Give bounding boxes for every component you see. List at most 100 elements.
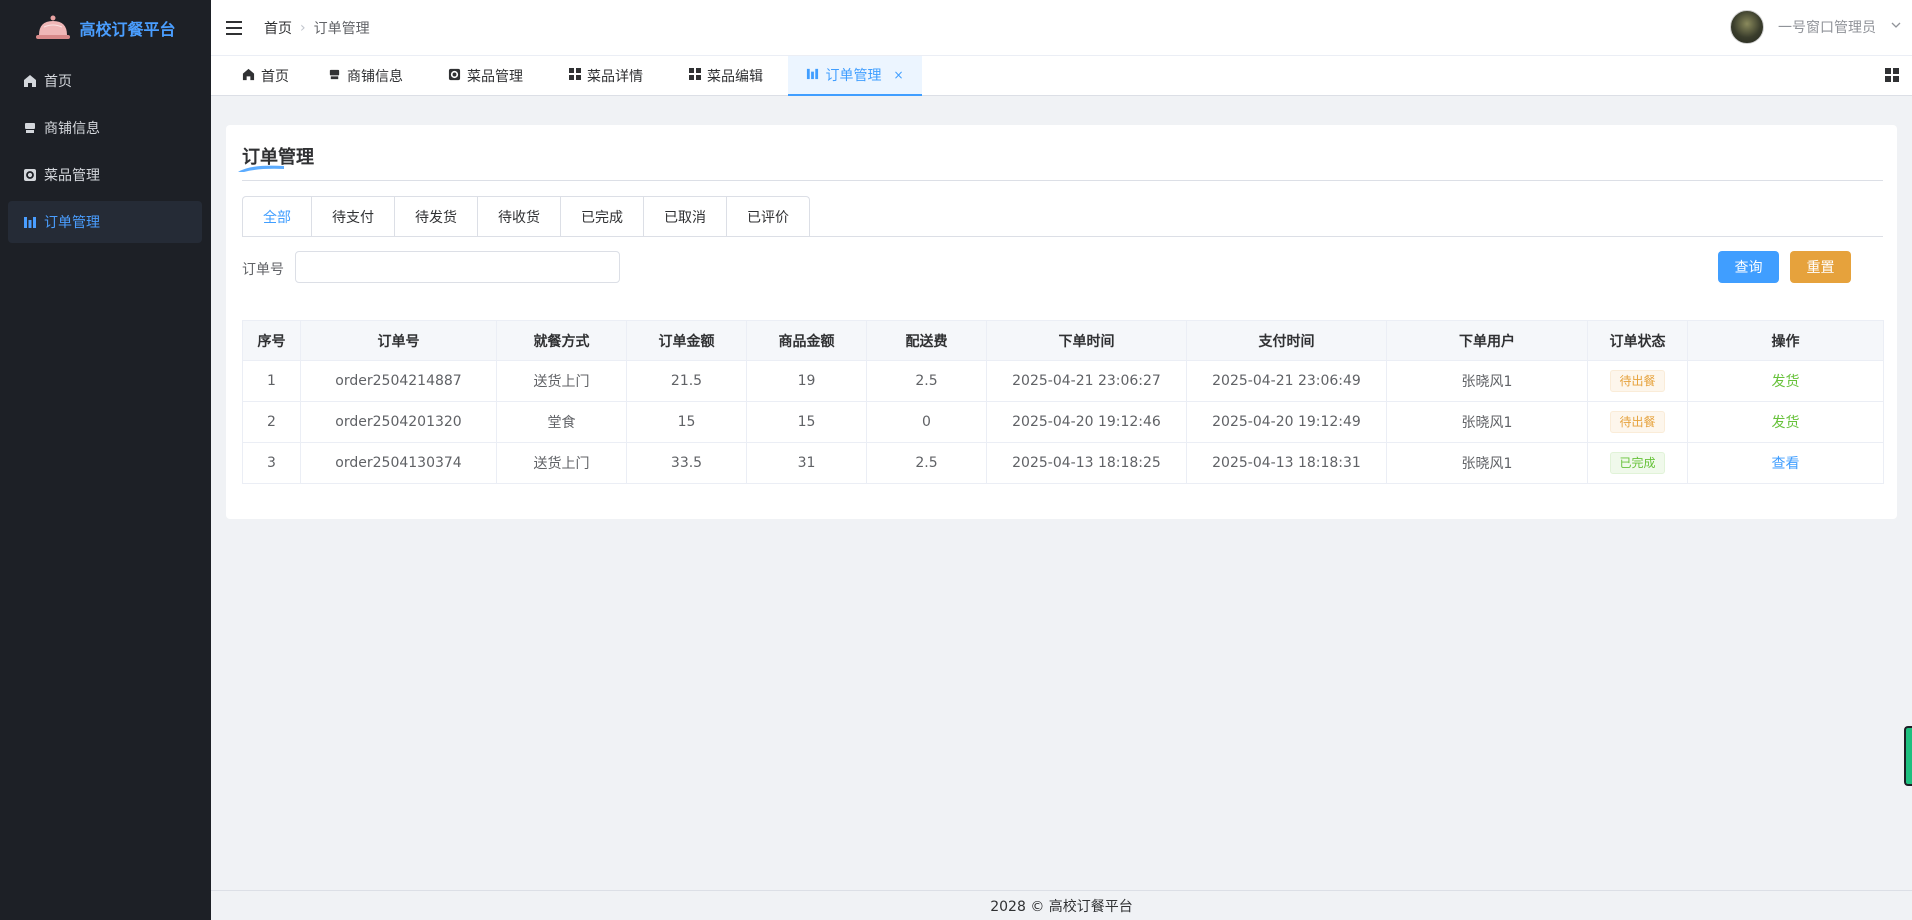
cell-index: 1 (242, 360, 301, 402)
tab-dish-management[interactable]: 菜品管理 (448, 56, 523, 96)
tab-label: 首页 (261, 69, 289, 85)
logo[interactable]: 高校订餐平台 (0, 0, 211, 56)
tab-label: 菜品管理 (467, 69, 523, 85)
col-order-amount: 订单金额 (626, 320, 747, 361)
order-card: 订单管理 全部 待支付 待发货 待收货 已完成 已取消 已评价 订单号 查询 重… (226, 125, 1897, 519)
cell-delivery-fee: 2.5 (866, 360, 987, 402)
close-icon[interactable]: × (893, 68, 903, 82)
cell-pay-time: 2025-04-20 19:12:49 (1186, 401, 1387, 443)
col-order-time: 下单时间 (986, 320, 1187, 361)
cell-action: 发货 (1687, 360, 1884, 402)
floating-widget[interactable] (1904, 726, 1912, 786)
cell-delivery-fee: 0 (866, 401, 987, 443)
col-dining: 就餐方式 (496, 320, 627, 361)
order-no-input[interactable] (295, 251, 620, 283)
tab-order-management[interactable]: 订单管理 × (788, 56, 922, 96)
tab-home[interactable]: 首页 (242, 56, 289, 96)
cell-status: 待出餐 (1587, 360, 1688, 402)
breadcrumb-separator-icon: › (300, 19, 306, 36)
cell-index: 2 (242, 401, 301, 443)
tab-label: 菜品编辑 (707, 69, 763, 85)
tags-view: 首页 商铺信息 菜品管理 菜品详情 菜品编辑 订单管理 × (211, 56, 1912, 96)
cell-delivery-fee: 2.5 (866, 442, 987, 484)
cell-action: 查看 (1687, 442, 1884, 484)
cell-order-amount: 33.5 (626, 442, 747, 484)
breadcrumb: 首页 › 订单管理 (264, 18, 370, 38)
menu-toggle-icon[interactable] (226, 20, 242, 35)
tab-shop-info[interactable]: 商铺信息 (328, 56, 403, 96)
ship-button[interactable]: 发货 (1772, 415, 1800, 431)
avatar[interactable] (1730, 10, 1764, 44)
grid-icon (689, 68, 701, 84)
status-tab-pending-shipment[interactable]: 待发货 (395, 197, 478, 237)
orders-icon (22, 214, 38, 230)
cell-order-amount: 21.5 (626, 360, 747, 402)
grid-icon (569, 68, 581, 84)
cell-status: 已完成 (1587, 442, 1688, 484)
user-menu[interactable]: 一号窗口管理员 (1730, 10, 1902, 44)
cell-status: 待出餐 (1587, 401, 1688, 443)
chevron-down-icon[interactable] (1890, 19, 1902, 35)
sidebar: 高校订餐平台 首页 商铺信息 菜品管理 订单管理 (0, 0, 211, 920)
dish-icon (448, 68, 461, 85)
sidebar-item-label: 首页 (44, 74, 72, 90)
title-decoration (238, 165, 284, 172)
status-tab-pending-receipt[interactable]: 待收货 (478, 197, 561, 237)
sidebar-item-order-management[interactable]: 订单管理 (8, 201, 202, 243)
cell-action: 发货 (1687, 401, 1884, 443)
cell-order-time: 2025-04-20 19:12:46 (986, 401, 1187, 443)
breadcrumb-home[interactable]: 首页 (264, 18, 292, 38)
sidebar-item-label: 订单管理 (44, 215, 100, 231)
tab-label: 菜品详情 (587, 69, 643, 85)
col-pay-time: 支付时间 (1186, 320, 1387, 361)
status-tabs: 全部 待支付 待发货 待收货 已完成 已取消 已评价 (242, 196, 810, 237)
cloche-logo-icon (35, 13, 71, 43)
tab-label: 商铺信息 (347, 69, 403, 85)
status-badge: 待出餐 (1610, 411, 1665, 433)
col-index: 序号 (242, 320, 301, 361)
sidebar-item-label: 商铺信息 (44, 121, 100, 137)
status-tab-pending-payment[interactable]: 待支付 (312, 197, 395, 237)
status-tab-completed[interactable]: 已完成 (561, 197, 644, 237)
sidebar-item-dish-management[interactable]: 菜品管理 (8, 154, 202, 196)
cell-dining: 送货上门 (496, 360, 627, 402)
cell-goods-amount: 15 (746, 401, 867, 443)
shop-icon (328, 68, 341, 85)
table-row: 1 order2504214887 送货上门 21.5 19 2.5 2025-… (242, 360, 1884, 402)
col-goods-amount: 商品金额 (746, 320, 867, 361)
cell-order-amount: 15 (626, 401, 747, 443)
col-delivery-fee: 配送费 (866, 320, 987, 361)
col-action: 操作 (1687, 320, 1884, 361)
home-icon (242, 68, 255, 85)
tab-label: 订单管理 (825, 68, 882, 84)
cell-order-time: 2025-04-21 23:06:27 (986, 360, 1187, 402)
cell-order-no: order2504214887 (300, 360, 497, 402)
dish-icon (22, 167, 38, 183)
query-button[interactable]: 查询 (1718, 251, 1779, 283)
sidebar-item-shop-info[interactable]: 商铺信息 (8, 107, 202, 149)
footer: 2028 © 高校订餐平台 (211, 890, 1912, 920)
grid-menu-icon[interactable] (1885, 68, 1900, 83)
cell-order-no: order2504201320 (300, 401, 497, 443)
status-tab-reviewed[interactable]: 已评价 (727, 197, 809, 237)
order-no-label: 订单号 (242, 262, 284, 278)
divider (242, 180, 1883, 181)
ship-button[interactable]: 发货 (1772, 374, 1800, 390)
cell-dining: 送货上门 (496, 442, 627, 484)
tab-dish-edit[interactable]: 菜品编辑 (689, 56, 763, 96)
tab-dish-detail[interactable]: 菜品详情 (569, 56, 643, 96)
status-tab-cancelled[interactable]: 已取消 (644, 197, 727, 237)
header: 首页 › 订单管理 一号窗口管理员 (211, 0, 1912, 56)
cell-pay-time: 2025-04-13 18:18:31 (1186, 442, 1387, 484)
cell-dining: 堂食 (496, 401, 627, 443)
view-button[interactable]: 查看 (1772, 456, 1800, 472)
cell-goods-amount: 31 (746, 442, 867, 484)
status-tab-all[interactable]: 全部 (243, 197, 312, 237)
user-name[interactable]: 一号窗口管理员 (1778, 17, 1876, 37)
sidebar-item-home[interactable]: 首页 (8, 60, 202, 102)
divider (242, 236, 1883, 237)
sidebar-item-label: 菜品管理 (44, 168, 100, 184)
reset-button[interactable]: 重置 (1790, 251, 1851, 283)
breadcrumb-current: 订单管理 (313, 20, 370, 37)
home-icon (22, 73, 38, 89)
